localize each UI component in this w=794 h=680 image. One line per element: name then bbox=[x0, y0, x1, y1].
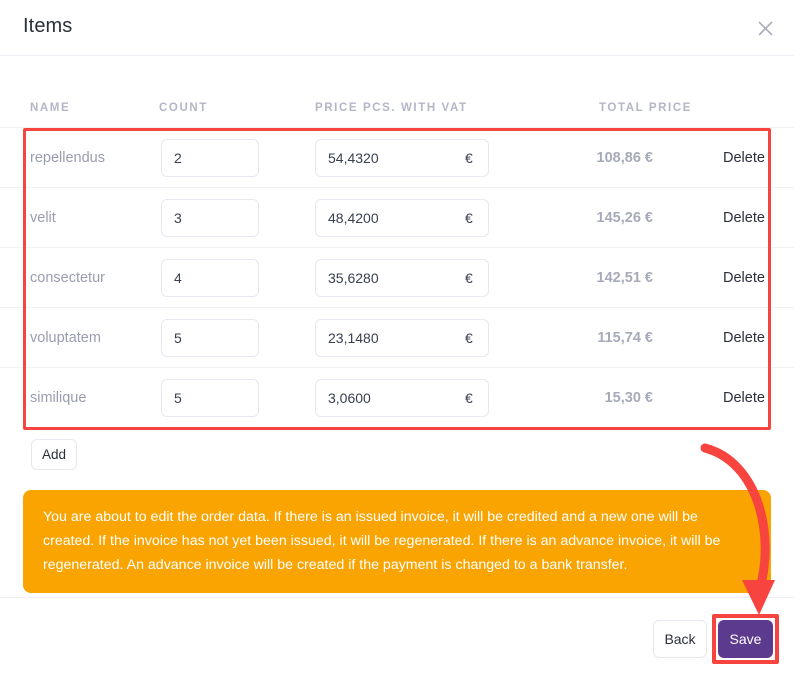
total-price: 108,86 € bbox=[596, 149, 653, 166]
price-input[interactable] bbox=[315, 379, 489, 417]
total-price: 142,51 € bbox=[596, 269, 653, 286]
close-icon[interactable] bbox=[750, 13, 780, 43]
delete-button[interactable]: Delete bbox=[723, 210, 765, 226]
total-price: 145,26 € bbox=[596, 209, 653, 226]
page-title: Items bbox=[23, 15, 73, 37]
delete-button[interactable]: Delete bbox=[723, 270, 765, 286]
item-name: velit bbox=[30, 209, 56, 226]
table-header-row: NAME COUNT PRICE PCS. WITH VAT TOTAL PRI… bbox=[0, 56, 794, 128]
column-header-total: TOTAL PRICE bbox=[599, 102, 692, 114]
delete-button[interactable]: Delete bbox=[723, 330, 765, 346]
modal-header: Items bbox=[0, 0, 794, 56]
count-input[interactable] bbox=[161, 198, 259, 237]
table-body: repellendus € 108,86 € Delete velit € 14… bbox=[0, 128, 794, 428]
items-table: NAME COUNT PRICE PCS. WITH VAT TOTAL PRI… bbox=[0, 56, 794, 428]
item-name: similique bbox=[30, 390, 87, 406]
total-price: 15,30 € bbox=[604, 390, 653, 406]
add-item-button[interactable]: Add bbox=[31, 439, 77, 470]
column-header-price: PRICE PCS. WITH VAT bbox=[315, 102, 468, 114]
price-input[interactable] bbox=[315, 198, 489, 237]
item-name: repellendus bbox=[30, 149, 105, 166]
save-button[interactable]: Save bbox=[718, 620, 773, 658]
back-button[interactable]: Back bbox=[653, 620, 707, 658]
price-input[interactable] bbox=[315, 258, 489, 297]
item-name: voluptatem bbox=[30, 329, 101, 346]
count-input[interactable] bbox=[161, 258, 259, 297]
delete-button[interactable]: Delete bbox=[723, 390, 765, 406]
column-header-count: COUNT bbox=[159, 102, 208, 114]
count-input[interactable] bbox=[161, 138, 259, 177]
warning-banner: You are about to edit the order data. If… bbox=[23, 490, 771, 593]
total-price: 115,74 € bbox=[597, 329, 653, 346]
column-header-name: NAME bbox=[30, 102, 71, 114]
price-input[interactable] bbox=[315, 318, 489, 357]
item-name: consectetur bbox=[30, 269, 105, 286]
table-row: repellendus € 108,86 € Delete bbox=[0, 128, 794, 188]
price-input[interactable] bbox=[315, 138, 489, 177]
count-input[interactable] bbox=[161, 318, 259, 357]
count-input[interactable] bbox=[161, 379, 259, 417]
table-row: consectetur € 142,51 € Delete bbox=[0, 248, 794, 308]
footer-divider bbox=[0, 597, 794, 598]
table-row: velit € 145,26 € Delete bbox=[0, 188, 794, 248]
items-modal: Items NAME COUNT PRICE PCS. WITH VAT TOT… bbox=[0, 0, 794, 680]
table-row: voluptatem € 115,74 € Delete bbox=[0, 308, 794, 368]
table-row: similique € 15,30 € Delete bbox=[0, 368, 794, 428]
delete-button[interactable]: Delete bbox=[723, 150, 765, 166]
